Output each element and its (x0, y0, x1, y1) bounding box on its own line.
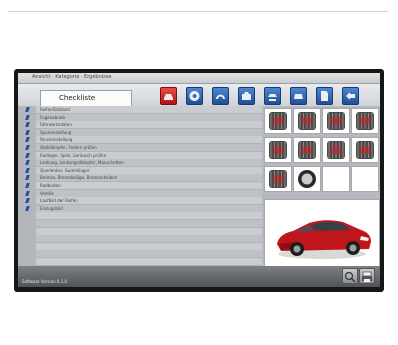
checklist-row-label: Radbolzen (40, 183, 61, 188)
zoom-icon (344, 271, 356, 283)
tire-icon (298, 112, 316, 130)
car-service-icon (164, 94, 173, 100)
thumbnail-cell[interactable] (351, 166, 379, 192)
thumbnail-cell[interactable] (351, 108, 379, 134)
thumbnail-cell[interactable] (293, 166, 321, 192)
tab-label: Checkliste (59, 94, 96, 102)
rim-icon (298, 170, 316, 188)
checklist-row-label: Spureinstellung (40, 129, 72, 135)
car-front-icon (294, 94, 303, 99)
checklist-row-label: Fugenabrieb (40, 114, 65, 120)
tire-icon (269, 112, 287, 130)
app-screen: Ansicht · Kategorie · Ergebnisse Checkli… (18, 73, 380, 287)
car-lift-icon (268, 94, 277, 101)
camera-icon (242, 92, 251, 100)
checklist-row-label: Reifenfüllstand (40, 107, 70, 112)
document-icon (321, 91, 328, 101)
tire-icon (298, 141, 316, 159)
toolbar-button-wheel[interactable] (186, 87, 203, 105)
checklist-row[interactable] (36, 258, 262, 266)
print-button[interactable] (359, 268, 375, 284)
gauge-icon (216, 94, 225, 99)
top-rule (8, 11, 388, 12)
tab-checkliste[interactable]: Checkliste (40, 90, 132, 107)
thumbnail-cell[interactable] (293, 108, 321, 134)
thumbnail-cell[interactable] (322, 108, 350, 134)
tire-icon (327, 141, 345, 159)
thumbnail-panel (262, 106, 380, 267)
toolbar-button-gauge[interactable] (212, 87, 229, 105)
checklist-row-label: Einzugsbild (40, 205, 63, 211)
zoom-button[interactable] (342, 268, 358, 284)
checklist-row-label: Fahrwerksdaten (40, 122, 72, 128)
status-bar: Software Version 6.1.0 11:50 (18, 266, 380, 287)
print-icon (362, 271, 372, 282)
tire-icon (269, 141, 287, 159)
thumbnail-cell[interactable] (322, 166, 350, 192)
toolbar-button-document[interactable] (316, 87, 333, 105)
toolbar-button-camera[interactable] (238, 87, 255, 105)
car-preview[interactable] (264, 199, 380, 267)
red-car-icon (277, 220, 371, 259)
checklist-row-label: Radlager, Spiel, Geräusch prüfen (40, 152, 107, 158)
thumbnail-cell[interactable] (264, 166, 292, 192)
window-title: Ansicht · Kategorie · Ergebnisse (32, 74, 112, 80)
thumbnail-cell[interactable] (293, 137, 321, 163)
checklist-row-label: Stoßdämpfer, Federn prüfen (40, 145, 97, 150)
monitor-frame: Ansicht · Kategorie · Ergebnisse Checkli… (14, 69, 384, 292)
wheel-icon (189, 91, 200, 101)
toolbar-button-car-service[interactable] (160, 87, 177, 105)
toolbar-button-back-arrow[interactable] (342, 87, 359, 105)
thumbnail-cell[interactable] (351, 137, 379, 163)
tire-icon (356, 141, 374, 159)
toolbar: Checkliste (18, 84, 380, 107)
thumbnail-cell[interactable] (322, 137, 350, 163)
checklist-row-label: Bremse, Bremsbeläge, Bremsscheiben (40, 175, 118, 181)
toolbar-button-car-lift[interactable] (264, 87, 281, 105)
tire-icon (269, 170, 287, 188)
toolbar-button-car-front[interactable] (290, 87, 307, 105)
checklist-row-label: Laufbild der Reifen (40, 198, 78, 204)
tire-icon (327, 112, 345, 130)
checklist-row-label: Lenkung, Lenkungsdämpfer, Manschetten (40, 160, 124, 166)
thumbnail-cell[interactable] (264, 137, 292, 163)
checklist-row-label: Sturzeinstellung (40, 137, 73, 143)
thumbnail-cell[interactable] (264, 108, 292, 134)
title-bar: Ansicht · Kategorie · Ergebnisse (18, 73, 380, 84)
back-arrow-icon (346, 92, 355, 100)
status-text: Software Version 6.1.0 (22, 279, 68, 284)
checklist-row-label: Ventile (40, 190, 54, 196)
checklist-panel: Reifenfüllstand Fugenabrieb Fahrwerksdaten… (18, 106, 262, 266)
checklist-row-label: Querlenker, Gummilager (40, 167, 90, 173)
tire-icon (356, 112, 374, 130)
